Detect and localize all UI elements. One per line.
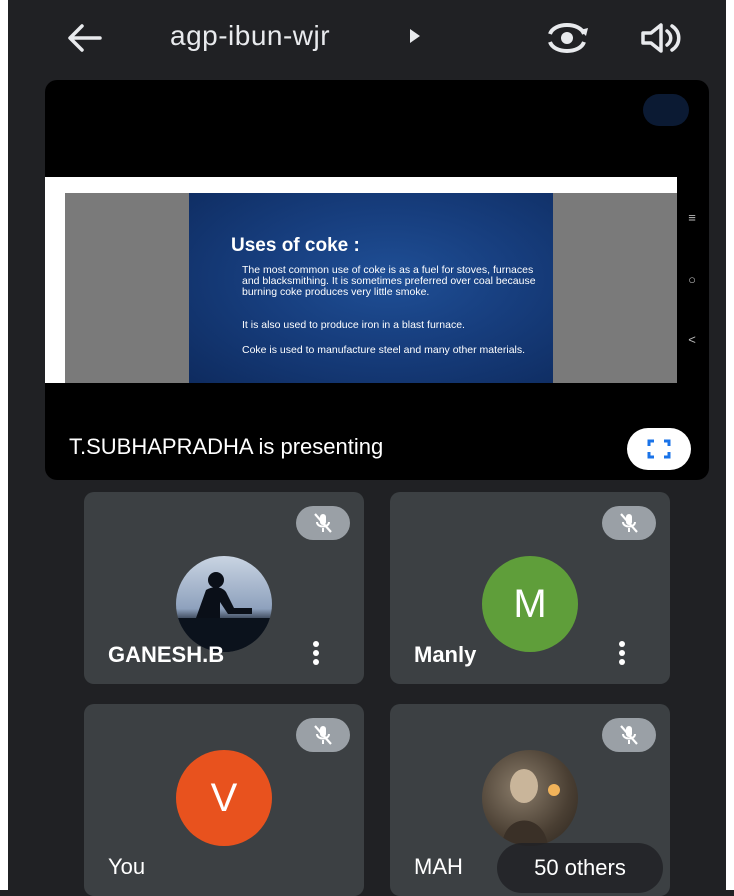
menu-icon: ≡	[688, 210, 696, 225]
mic-off-icon	[620, 513, 638, 533]
fullscreen-icon	[647, 439, 671, 459]
avatar: V	[176, 750, 272, 846]
more-options-icon[interactable]	[306, 638, 326, 674]
self-view-indicator	[643, 94, 689, 126]
mic-off-badge	[296, 506, 350, 540]
shared-screen: Uses of coke : The most common use of co…	[45, 177, 677, 383]
presenter-label: T.SUBHAPRADHA is presenting	[69, 434, 384, 459]
mic-off-badge	[602, 718, 656, 752]
slide-title: Uses of coke :	[231, 235, 360, 256]
arrow-left-icon[interactable]	[66, 22, 102, 54]
mic-off-badge	[602, 506, 656, 540]
speaker-icon[interactable]	[640, 21, 684, 55]
more-options-icon[interactable]	[612, 638, 632, 674]
switch-camera-icon[interactable]	[546, 20, 588, 56]
person-photo	[502, 769, 560, 846]
mic-off-badge	[296, 718, 350, 752]
person-silhouette	[176, 572, 272, 652]
caret-right-icon[interactable]	[410, 29, 420, 43]
meeting-code[interactable]: agp-ibun-wjr	[170, 20, 330, 52]
participant-tile[interactable]: M Manly	[390, 492, 670, 684]
slide: Uses of coke : The most common use of co…	[189, 193, 553, 383]
mic-off-icon	[620, 725, 638, 745]
top-bar: agp-ibun-wjr	[0, 0, 734, 80]
fullscreen-button[interactable]	[627, 428, 691, 470]
presentation-panel[interactable]: Uses of coke : The most common use of co…	[45, 80, 709, 480]
avatar	[482, 750, 578, 846]
slide-bullet: The most common use of coke is as a fuel…	[242, 264, 536, 298]
slide-bullet: It is also used to produce iron in a bla…	[242, 319, 465, 331]
mic-off-icon	[314, 513, 332, 533]
participant-name: GANESH.B	[108, 642, 225, 667]
slide-bullet: Coke is used to manufacture steel and ma…	[242, 344, 526, 356]
participant-tile[interactable]: V You	[84, 704, 364, 896]
home-icon: ○	[688, 272, 696, 287]
participant-name: You	[108, 854, 146, 879]
participant-tile[interactable]: GANESH.B	[84, 492, 364, 684]
back-nav-icon: <	[688, 332, 696, 347]
others-button[interactable]: 50 others	[497, 843, 663, 893]
avatar	[176, 556, 272, 652]
avatar: M	[482, 556, 578, 652]
mic-off-icon	[314, 725, 332, 745]
participant-name: MAH	[414, 854, 463, 879]
participant-name: Manly	[414, 642, 477, 667]
